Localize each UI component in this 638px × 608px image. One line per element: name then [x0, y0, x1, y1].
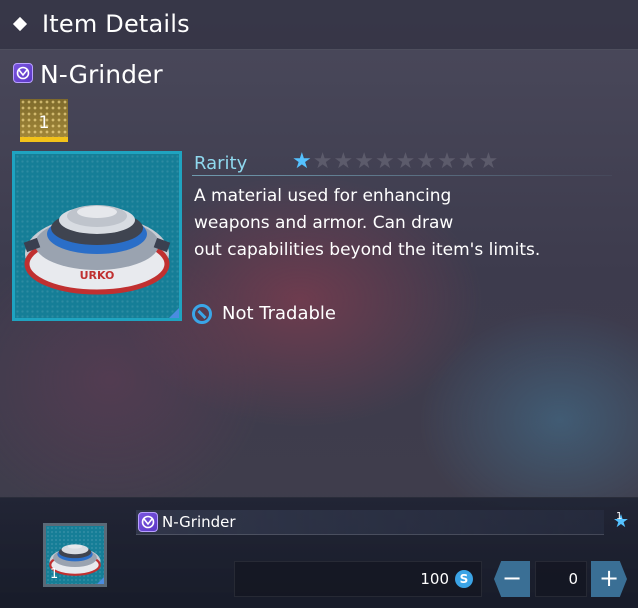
rarity-label: Rarity	[194, 153, 248, 174]
item-description: A material used for enhancing weapons an…	[194, 183, 614, 264]
star-icon: ★	[457, 149, 478, 174]
star-icon: ★	[354, 149, 374, 174]
description-line: A material used for enhancing	[194, 186, 452, 206]
quantity-badge: 1	[20, 99, 68, 142]
tradable-text: Not Tradable	[222, 303, 336, 324]
price-value: 100	[420, 570, 449, 588]
material-type-icon	[138, 512, 158, 532]
rarity-badge-number: 1	[616, 511, 623, 522]
quantity-input[interactable]: 0	[535, 561, 587, 597]
corner-marker	[97, 577, 104, 584]
decrease-quantity-button[interactable]: −	[494, 561, 530, 597]
rarity-stars: ★★★★★★★★★★	[292, 150, 499, 174]
item-name: N-Grinder	[40, 60, 163, 89]
quantity-bar	[20, 137, 68, 142]
star-icon: ★	[416, 149, 437, 174]
price-field: 100 S	[234, 561, 482, 597]
meseta-coin-icon: S	[455, 570, 473, 588]
star-icon: ★	[333, 149, 354, 174]
star-icon: ★	[395, 149, 416, 174]
header-divider	[0, 49, 638, 50]
star-icon: ★	[478, 149, 499, 174]
item-thumbnail[interactable]: 1	[43, 523, 107, 587]
star-icon: ★	[292, 149, 312, 174]
thumbnail-quantity: 1	[50, 567, 59, 582]
item-image: URKO	[12, 151, 182, 321]
grinder-icon: URKO	[23, 205, 171, 295]
increase-quantity-button[interactable]: +	[591, 561, 627, 597]
corner-marker	[169, 308, 179, 318]
description-line: out capabilities beyond the item's limit…	[194, 240, 541, 260]
header-bar: Item Details	[0, 0, 638, 50]
quantity-value: 1	[38, 113, 50, 133]
svg-text:URKO: URKO	[80, 269, 115, 282]
star-icon: ★	[374, 149, 395, 174]
page-title: Item Details	[42, 10, 190, 38]
rarity-divider	[192, 175, 612, 176]
not-tradable-icon	[192, 304, 212, 324]
diamond-icon	[12, 16, 28, 32]
star-icon: ★	[312, 149, 333, 174]
footer-item-name: N-Grinder	[162, 513, 236, 531]
material-type-icon	[13, 63, 33, 83]
star-icon: ★	[437, 149, 457, 174]
description-line: weapons and armor. Can draw	[194, 213, 454, 233]
